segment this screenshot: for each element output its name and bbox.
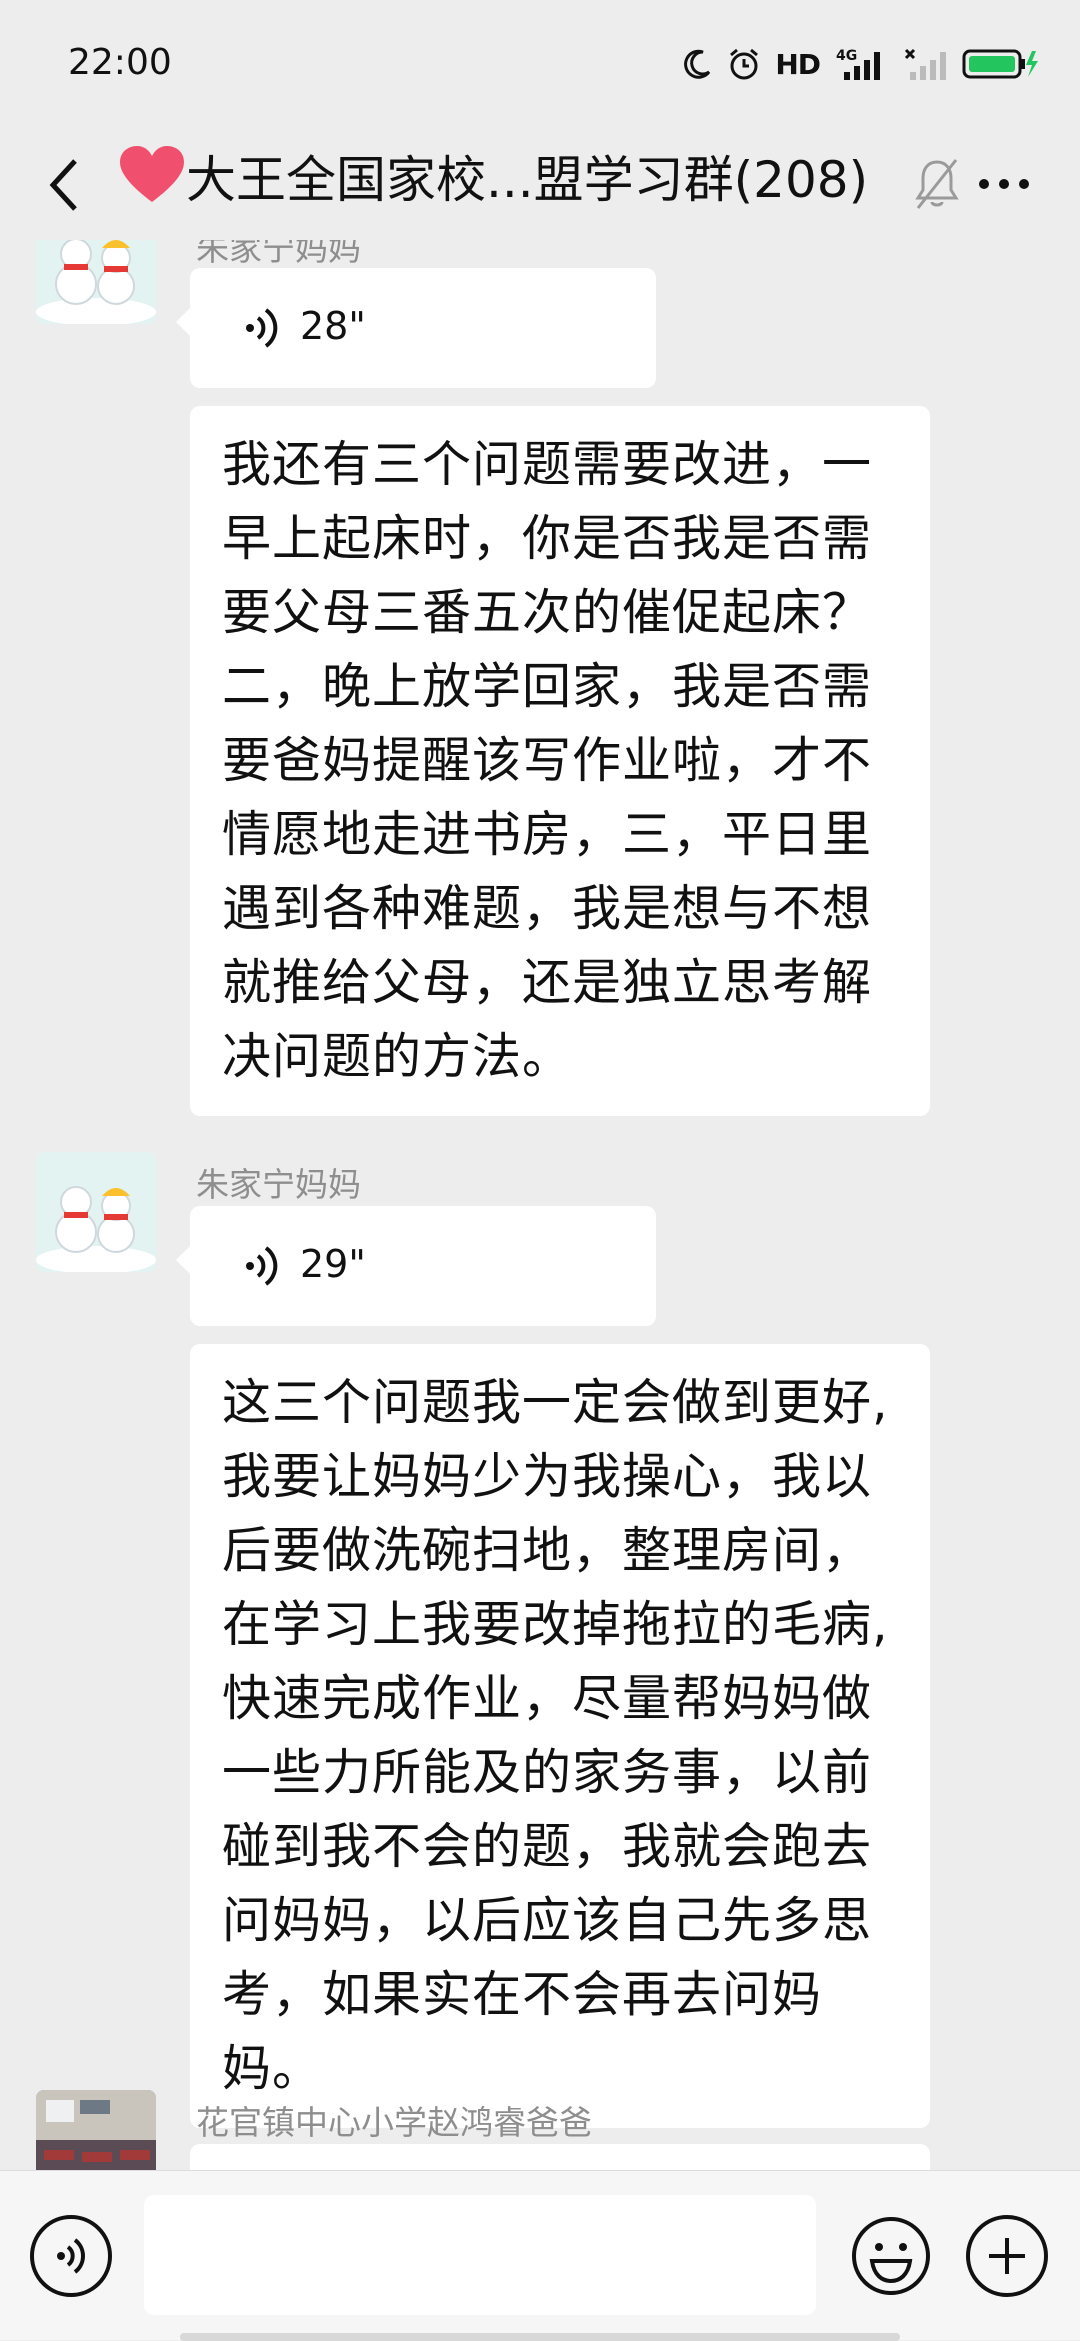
message-line: 遇到各种难题，我是想与不想 (222, 880, 873, 937)
text-message[interactable]: 我还有三个问题需要改进，一 早上起床时，你是否我是否需 要父母三番五次的催促起床… (190, 406, 930, 1116)
status-bar: 22:00 HD 4G (0, 0, 1080, 130)
chat-title: 大王全国家校...盟学习群(208) (186, 151, 869, 209)
message-line: 要爸妈提醒该写作业啦，才不 (222, 732, 873, 789)
avatar[interactable] (36, 240, 156, 324)
message-line: 我还有三个问题需要改进，一 (222, 436, 873, 493)
message-line: 我要让妈妈少为我操心，我以 (222, 1448, 873, 1505)
mute-bell-icon (915, 159, 959, 209)
plus-icon (989, 2238, 1025, 2274)
status-time: 22:00 (68, 42, 172, 83)
classroom-avatar-icon (36, 2090, 156, 2170)
voice-message[interactable]: 29" (176, 1206, 656, 1326)
emoji-icon[interactable] (850, 2215, 932, 2297)
more-icon (979, 179, 989, 189)
avatar[interactable] (36, 1152, 156, 1272)
voice-wave-icon (246, 308, 278, 348)
message-line: 一些力所能及的家务事，以前 (222, 1744, 873, 1801)
message-line: 后要做洗碗扫地，整理房间， (222, 1522, 873, 1579)
back-button[interactable] (30, 150, 100, 220)
message-line: 决问题的方法。 (222, 1028, 573, 1085)
voice-toggle-icon (57, 2238, 85, 2274)
avatar[interactable] (36, 2090, 156, 2170)
chat-area[interactable]: 朱家宁妈妈 28" 我还有三个问题需要改进，一 早上起床时，你是否我是否需 要父… (0, 240, 1080, 2170)
voice-message[interactable]: 28" (176, 268, 656, 388)
alarm-icon (730, 48, 759, 80)
voice-duration: 29" (300, 1242, 366, 1286)
moon-icon (684, 49, 711, 79)
title-bar: 大王全国家校...盟学习群(208) (0, 130, 1080, 240)
message-line: 二，晚上放学回家，我是否需 (222, 658, 873, 715)
input-bar (0, 2170, 1080, 2341)
battery-icon (962, 49, 1038, 79)
status-icons: HD 4G (683, 44, 1040, 84)
heart-icon (120, 146, 184, 202)
sender-name: 朱家宁妈妈 (196, 240, 361, 268)
partial-message[interactable] (190, 2144, 930, 2170)
message-line: 早上起床时，你是否我是否需 (222, 510, 873, 567)
sender-name: 朱家宁妈妈 (196, 1165, 361, 1204)
message-line: 快速完成作业，尽量帮妈妈做 (222, 1670, 873, 1727)
message-line: 情愿地走进书房，三，平日里 (222, 806, 873, 863)
sender-name: 花官镇中心小学赵鸿睿爸爸 (196, 2103, 592, 2142)
more-button[interactable] (964, 154, 1044, 214)
snowman-avatar-icon (36, 240, 156, 324)
message-line: 问妈妈，以后应该自己先多思 (222, 1892, 873, 1949)
svg-text:4G: 4G (836, 48, 857, 64)
back-icon (49, 159, 77, 211)
signal-4g-icon: 4G (836, 48, 880, 80)
plus-button[interactable] (966, 2215, 1048, 2297)
voice-duration: 28" (300, 304, 366, 348)
snowman-avatar-icon (36, 1152, 156, 1272)
message-line: 碰到我不会的题，我就会跑去 (222, 1818, 873, 1875)
voice-wave-icon (246, 1246, 278, 1286)
hd-label: HD (775, 47, 821, 81)
message-line: 就推给父母，还是独立思考解 (222, 954, 873, 1011)
message-line: 考，如果实在不会再去问妈妈。 (222, 1966, 823, 2097)
text-message[interactable]: 这三个问题我一定会做到更好, 我要让妈妈少为我操心，我以 后要做洗碗扫地，整理房… (190, 1344, 930, 2128)
signal-no-service-icon (904, 48, 946, 80)
message-input[interactable] (144, 2195, 816, 2315)
message-line: 这三个问题我一定会做到更好, (222, 1374, 889, 1431)
message-line: 要父母三番五次的催促起床？ (222, 584, 873, 641)
message-line: 在学习上我要改掉拖拉的毛病, (222, 1596, 889, 1653)
voice-toggle-button[interactable] (30, 2215, 112, 2297)
